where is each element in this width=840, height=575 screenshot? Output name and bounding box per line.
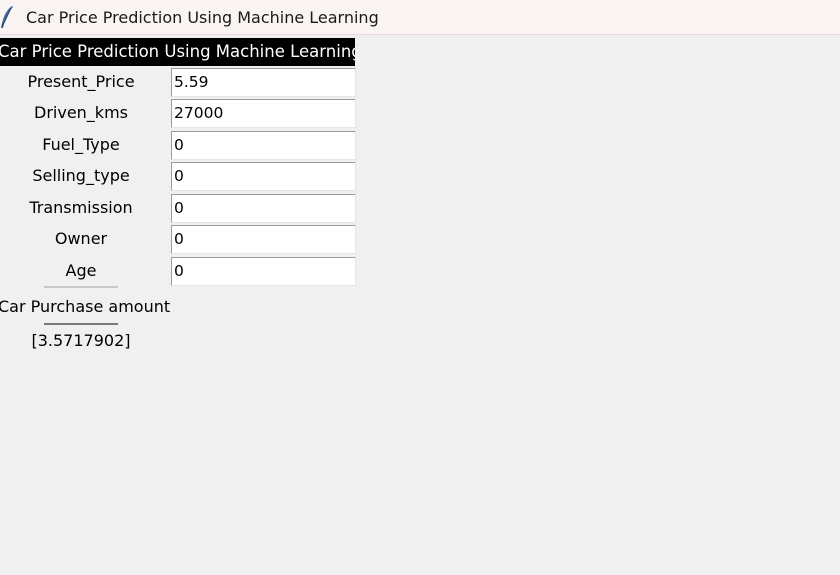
age-input[interactable]: 0	[171, 257, 356, 286]
present-price-input[interactable]: 5.59	[171, 68, 356, 97]
label-age: Age	[65, 261, 97, 280]
window-titlebar: Car Price Prediction Using Machine Learn…	[0, 0, 840, 35]
selling-type-input[interactable]: 0	[171, 162, 356, 191]
driven-kms-input[interactable]: 27000	[171, 99, 356, 128]
prediction-result: [3.5717902]	[31, 331, 131, 350]
label-driven-kms: Driven_kms	[34, 103, 128, 122]
label-fuel-type: Fuel_Type	[42, 135, 120, 154]
transmission-input[interactable]: 0	[171, 194, 356, 223]
label-present-price: Present_Price	[27, 72, 135, 91]
label-transmission: Transmission	[29, 198, 133, 217]
label-owner: Owner	[54, 229, 108, 248]
app-header-label: Car Price Prediction Using Machine Learn…	[0, 38, 355, 66]
feather-icon	[1, 6, 13, 28]
predict-button-bottom-edge	[44, 323, 118, 325]
fuel-type-input[interactable]: 0	[171, 131, 356, 160]
predict-button[interactable]: Car Purchase amount	[0, 294, 170, 322]
label-selling-type: Selling_type	[32, 166, 130, 185]
predict-button-top-edge	[44, 286, 118, 288]
owner-input[interactable]: 0	[171, 225, 356, 254]
window-title: Car Price Prediction Using Machine Learn…	[26, 8, 379, 27]
